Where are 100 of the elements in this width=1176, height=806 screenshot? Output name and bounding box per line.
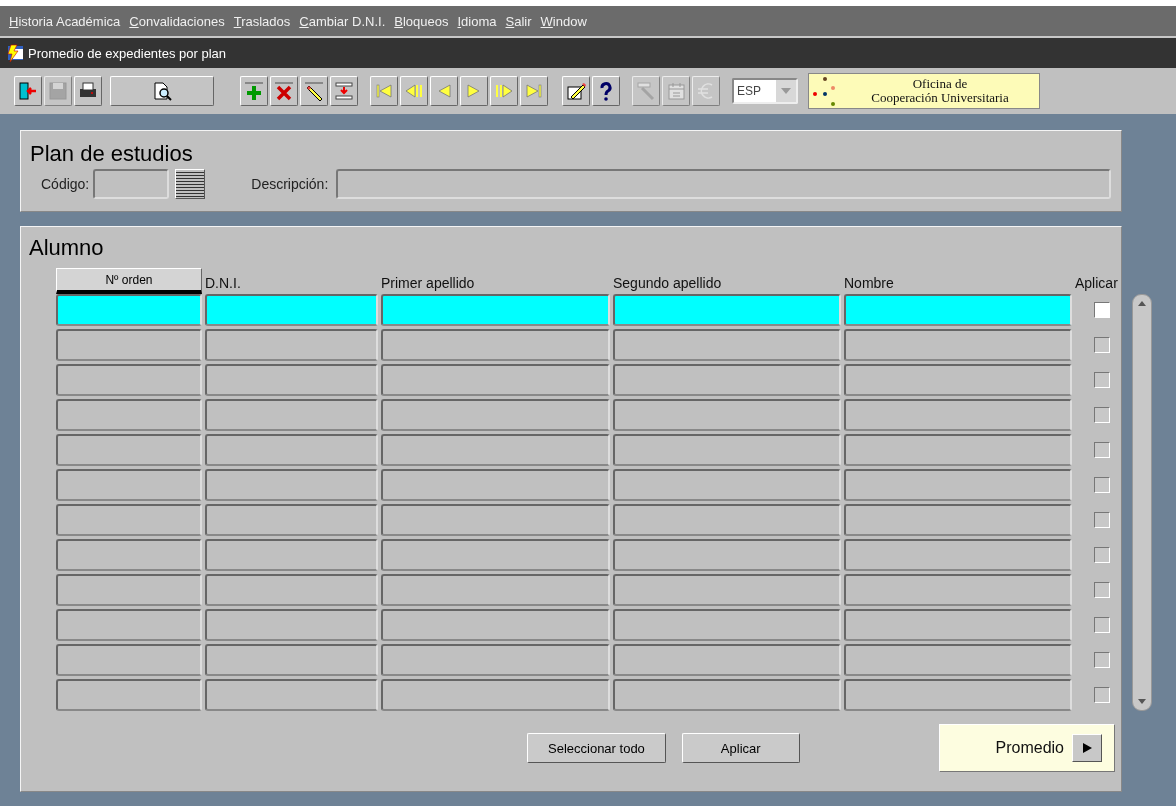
menu-item[interactable]: Idioma <box>454 13 503 29</box>
language-select[interactable]: ESP <box>732 78 798 104</box>
checkbox[interactable] <box>1094 512 1110 528</box>
table-cell[interactable] <box>844 679 1072 711</box>
table-cell[interactable] <box>205 609 378 641</box>
table-cell[interactable] <box>205 399 378 431</box>
table-cell[interactable] <box>844 574 1072 606</box>
action-button[interactable]: Seleccionar todo <box>527 733 666 763</box>
duplicate-button[interactable] <box>330 76 358 106</box>
exit-button[interactable] <box>14 76 42 106</box>
table-cell[interactable] <box>56 644 202 676</box>
menu-item[interactable]: Convalidaciones <box>126 13 231 29</box>
checkbox[interactable] <box>1094 477 1110 493</box>
table-cell[interactable] <box>56 574 202 606</box>
table-cell[interactable] <box>205 434 378 466</box>
column-header-button[interactable]: Nº orden <box>56 268 202 294</box>
checkbox[interactable] <box>1094 687 1110 703</box>
table-cell[interactable] <box>613 329 841 361</box>
table-cell[interactable] <box>613 504 841 536</box>
table-cell[interactable] <box>381 679 610 711</box>
edit-button[interactable] <box>300 76 328 106</box>
table-cell[interactable] <box>56 434 202 466</box>
table-cell[interactable] <box>56 294 202 326</box>
menu-item[interactable]: Salir <box>502 13 538 29</box>
table-cell[interactable] <box>381 574 610 606</box>
table-cell[interactable] <box>613 574 841 606</box>
table-cell[interactable] <box>613 294 841 326</box>
checkbox[interactable] <box>1094 652 1110 668</box>
table-cell[interactable] <box>613 644 841 676</box>
table-cell[interactable] <box>205 644 378 676</box>
table-cell[interactable] <box>844 469 1072 501</box>
prevset-button[interactable] <box>400 76 428 106</box>
table-cell[interactable] <box>844 644 1072 676</box>
checkbox[interactable] <box>1094 442 1110 458</box>
table-cell[interactable] <box>613 469 841 501</box>
table-cell[interactable] <box>56 504 202 536</box>
checkbox[interactable] <box>1094 337 1110 353</box>
help-button[interactable] <box>592 76 620 106</box>
menu-item[interactable]: Window <box>537 13 593 29</box>
table-cell[interactable] <box>844 399 1072 431</box>
menu-item[interactable]: Cambiar D.N.I. <box>296 13 392 29</box>
table-cell[interactable] <box>844 539 1072 571</box>
table-cell[interactable] <box>56 469 202 501</box>
table-cell[interactable] <box>381 469 610 501</box>
print-button[interactable] <box>74 76 102 106</box>
checkbox[interactable] <box>1094 407 1110 423</box>
table-cell[interactable] <box>381 364 610 396</box>
table-cell[interactable] <box>56 609 202 641</box>
next-button[interactable] <box>1072 734 1102 762</box>
menu-item[interactable]: Bloqueos <box>391 13 455 29</box>
table-cell[interactable] <box>381 609 610 641</box>
first-button[interactable] <box>370 76 398 106</box>
table-cell[interactable] <box>844 609 1072 641</box>
table-cell[interactable] <box>613 539 841 571</box>
table-cell[interactable] <box>381 504 610 536</box>
checkbox[interactable] <box>1094 547 1110 563</box>
table-cell[interactable] <box>844 364 1072 396</box>
table-cell[interactable] <box>844 504 1072 536</box>
table-cell[interactable] <box>56 364 202 396</box>
table-cell[interactable] <box>381 294 610 326</box>
table-cell[interactable] <box>205 574 378 606</box>
table-cell[interactable] <box>381 644 610 676</box>
table-cell[interactable] <box>205 469 378 501</box>
description-field[interactable] <box>336 169 1111 199</box>
table-cell[interactable] <box>205 504 378 536</box>
query-button[interactable] <box>110 76 214 106</box>
table-cell[interactable] <box>381 539 610 571</box>
table-cell[interactable] <box>844 294 1072 326</box>
nextset-button[interactable] <box>490 76 518 106</box>
table-cell[interactable] <box>844 329 1072 361</box>
table-cell[interactable] <box>205 329 378 361</box>
insert-button[interactable] <box>240 76 268 106</box>
delete-button[interactable] <box>270 76 298 106</box>
table-cell[interactable] <box>205 364 378 396</box>
table-cell[interactable] <box>56 539 202 571</box>
table-cell[interactable] <box>613 434 841 466</box>
menu-item[interactable]: Traslados <box>230 13 297 29</box>
checkbox[interactable] <box>1094 372 1110 388</box>
table-cell[interactable] <box>613 399 841 431</box>
action-button[interactable]: Aplicar <box>681 733 800 763</box>
table-cell[interactable] <box>205 294 378 326</box>
notes-button[interactable] <box>562 76 590 106</box>
table-cell[interactable] <box>613 679 841 711</box>
table-cell[interactable] <box>613 609 841 641</box>
table-cell[interactable] <box>381 329 610 361</box>
table-cell[interactable] <box>205 539 378 571</box>
menu-item[interactable]: Historia Académica <box>6 13 127 29</box>
table-cell[interactable] <box>381 399 610 431</box>
table-cell[interactable] <box>613 364 841 396</box>
list-button[interactable] <box>175 169 206 199</box>
table-cell[interactable] <box>381 434 610 466</box>
table-cell[interactable] <box>205 679 378 711</box>
checkbox[interactable] <box>1094 617 1110 633</box>
last-button[interactable] <box>520 76 548 106</box>
scrollbar[interactable] <box>1132 294 1152 711</box>
table-cell[interactable] <box>56 399 202 431</box>
table-cell[interactable] <box>56 329 202 361</box>
table-cell[interactable] <box>844 434 1072 466</box>
checkbox[interactable] <box>1094 302 1110 318</box>
checkbox[interactable] <box>1094 582 1110 598</box>
